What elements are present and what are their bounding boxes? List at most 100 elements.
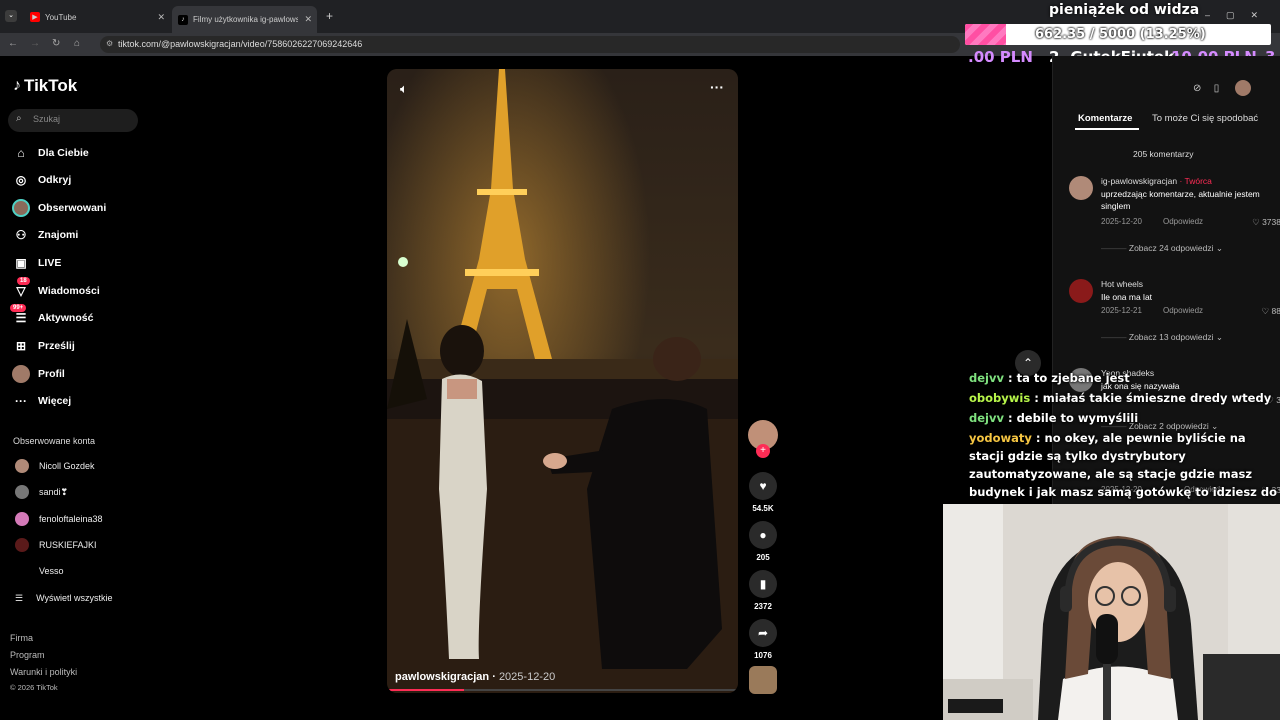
inbox-icon: ▽ 18 <box>12 277 30 300</box>
following-account[interactable]: Nicoll Gozdek <box>15 457 95 475</box>
forward-icon[interactable]: → <box>30 38 40 49</box>
following-title: Obserwowane konta <box>13 436 96 446</box>
share-icon: ➦ <box>749 619 777 647</box>
panel-tools: ⊘ ▯ <box>1193 80 1251 96</box>
share-button[interactable]: ➦ 1076 <box>748 619 778 660</box>
tiktok-sidebar: ♪ TikTok ⌕ Szukaj ⌂ Dla Ciebie ◎ Odkryj Ob… <box>0 56 160 720</box>
site-info-icon[interactable]: ⚙ <box>106 39 113 48</box>
avatar <box>15 538 29 552</box>
close-tab-icon[interactable]: ✕ <box>304 14 312 25</box>
nav-przeslij[interactable]: ⊞ Prześlij <box>12 335 75 357</box>
view-replies-button[interactable]: ——— Zobacz 24 odpowiedzi ⌄ <box>1101 243 1223 254</box>
comment-text: uprzedzając komentarze, aktualnie jestem… <box>1101 189 1260 211</box>
heart-icon: ♥ <box>749 472 777 500</box>
save-count: 2372 <box>754 602 772 611</box>
follow-plus-icon[interactable]: + <box>756 444 770 458</box>
device-icon[interactable]: ▯ <box>1214 83 1232 94</box>
comment-count: 205 <box>756 553 770 562</box>
search-icon: ⌕ <box>16 113 22 124</box>
comment-like[interactable]: ♡ 88 <box>1262 306 1280 317</box>
tab-youtube[interactable]: ▶ YouTube ✕ <box>30 8 165 26</box>
nav-aktywnosc[interactable]: ☰ 99+ Aktywność <box>10 304 93 329</box>
nav-live[interactable]: ▣ LIVE <box>12 252 61 274</box>
nav-profil[interactable]: Profil <box>12 363 65 385</box>
compass-icon: ◎ <box>15 173 27 187</box>
url-field[interactable]: ⚙ tiktok.com/@pawlowskigracjan/video/758… <box>100 36 960 53</box>
comment-like[interactable]: ♡ 3738 <box>1252 217 1280 228</box>
streamer-figure <box>943 504 1280 720</box>
tiktok-logo[interactable]: ♪ TikTok <box>13 76 77 96</box>
video-more-icon[interactable]: ··· <box>710 79 724 95</box>
tab-tiktok[interactable]: ♪ Filmy użytkownika ig-pawlows ✕ <box>172 6 317 33</box>
footer-link[interactable]: Warunki i polityki <box>10 667 77 677</box>
comment-text: Ile ona ma lat <box>1101 292 1153 302</box>
webcam-feed <box>943 504 1280 720</box>
comment-button[interactable]: ● 205 <box>748 521 778 562</box>
footer-link[interactable]: Program <box>10 650 45 660</box>
search-input[interactable]: ⌕ Szukaj <box>8 109 138 132</box>
avatar-icon <box>12 199 30 217</box>
nav-wiecej[interactable]: ··· Więcej <box>12 390 71 412</box>
chat-message: obobywis : miałaś takie śmieszne dredy w… <box>969 391 1272 405</box>
comment-user[interactable]: ig-pawlowskigracjan <box>1101 176 1177 186</box>
save-button[interactable]: ▮ 2372 <box>748 570 778 611</box>
comment-date: 2025-12-20 <box>1101 217 1142 226</box>
home-icon[interactable]: ⌂ <box>74 38 80 49</box>
comment-count-header: 205 komentarzy <box>1133 149 1194 159</box>
chevron-down-icon: ⌄ <box>1215 332 1223 342</box>
chat-text: debile to wymyślili <box>1016 411 1139 425</box>
like-button[interactable]: ♥ 54.5K <box>748 472 778 513</box>
video-player[interactable]: 🔈︎ ··· pawlowskigracjan · 2025-12-20 <box>387 69 738 693</box>
avatar[interactable] <box>1069 176 1093 200</box>
more-icon: ··· <box>15 394 27 408</box>
activity-badge: 99+ <box>10 304 27 312</box>
show-all-following[interactable]: ☰ Wyświetl wszystkie <box>15 589 113 607</box>
chat-message: dejvv : ta to zjebane jest <box>969 371 1130 385</box>
avatar <box>15 485 29 499</box>
window-controls[interactable]: –▢✕ <box>1205 10 1274 21</box>
back-icon[interactable]: ← <box>8 38 18 49</box>
nav-odkryj[interactable]: ◎ Odkryj <box>12 169 72 191</box>
following-account[interactable]: Vesso <box>15 562 64 580</box>
close-tab-icon[interactable]: ✕ <box>157 12 165 23</box>
heart-icon: ♡ <box>1252 217 1260 227</box>
following-account[interactable]: RUSKIEFAJKI <box>15 536 97 554</box>
video-progress-bar[interactable] <box>387 689 738 691</box>
view-replies-button[interactable]: ——— Zobacz 13 odpowiedzi ⌄ <box>1101 332 1223 343</box>
tab-comments[interactable]: Komentarze <box>1078 113 1132 124</box>
tab-you-may-like[interactable]: To może Ci się spodobać <box>1152 113 1258 124</box>
reload-icon[interactable]: ↻ <box>52 38 60 49</box>
coins-icon[interactable]: ⊘ <box>1193 83 1211 94</box>
avatar <box>15 512 29 526</box>
video-author[interactable]: pawlowskigracjan <box>395 671 489 683</box>
copyright: © 2026 TikTok <box>10 683 58 692</box>
following-account[interactable]: sandi❣ <box>15 483 68 501</box>
inbox-badge: 18 <box>17 277 30 285</box>
avatar[interactable] <box>1234 80 1251 96</box>
video-caption: pawlowskigracjan · 2025-12-20 <box>395 671 556 683</box>
reply-button[interactable]: Odpowiedz <box>1163 217 1203 226</box>
avatar[interactable] <box>1069 279 1093 303</box>
nav-znajomi[interactable]: ⚇ Znajomi <box>12 224 79 246</box>
youtube-icon: ▶ <box>30 12 40 22</box>
video-progress-fill <box>387 689 465 691</box>
nav-wiadomosci[interactable]: ▽ 18 Wiadomości <box>12 277 100 302</box>
comment-date: 2025-12-21 <box>1101 306 1142 315</box>
tab-list-dropdown[interactable]: ⌄ <box>5 10 17 22</box>
reply-button[interactable]: Odpowiedz <box>1163 306 1203 315</box>
nav-dla-ciebie[interactable]: ⌂ Dla Ciebie <box>12 142 88 164</box>
chevron-down-icon: ⌄ <box>1215 243 1223 253</box>
donation-progress-bar: 662.35 / 5000 (13.25%) <box>965 24 1271 45</box>
chat-message: dejvv : debile to wymyślili <box>969 411 1139 425</box>
creator-badge: · Twórca <box>1179 176 1212 186</box>
following-account[interactable]: fenoloftaleina38 <box>15 510 103 528</box>
mute-icon[interactable]: 🔈︎ <box>400 81 408 97</box>
footer-link[interactable]: Firma <box>10 633 33 643</box>
nav-obserwowani[interactable]: Obserwowani <box>12 197 106 219</box>
music-disc[interactable] <box>748 666 778 694</box>
upload-icon: ⊞ <box>15 339 27 353</box>
comment-user[interactable]: Hot wheels <box>1101 279 1143 289</box>
live-icon: ▣ <box>15 256 27 270</box>
new-tab-button[interactable]: + <box>326 9 333 23</box>
author-avatar-button[interactable]: + <box>748 420 778 458</box>
